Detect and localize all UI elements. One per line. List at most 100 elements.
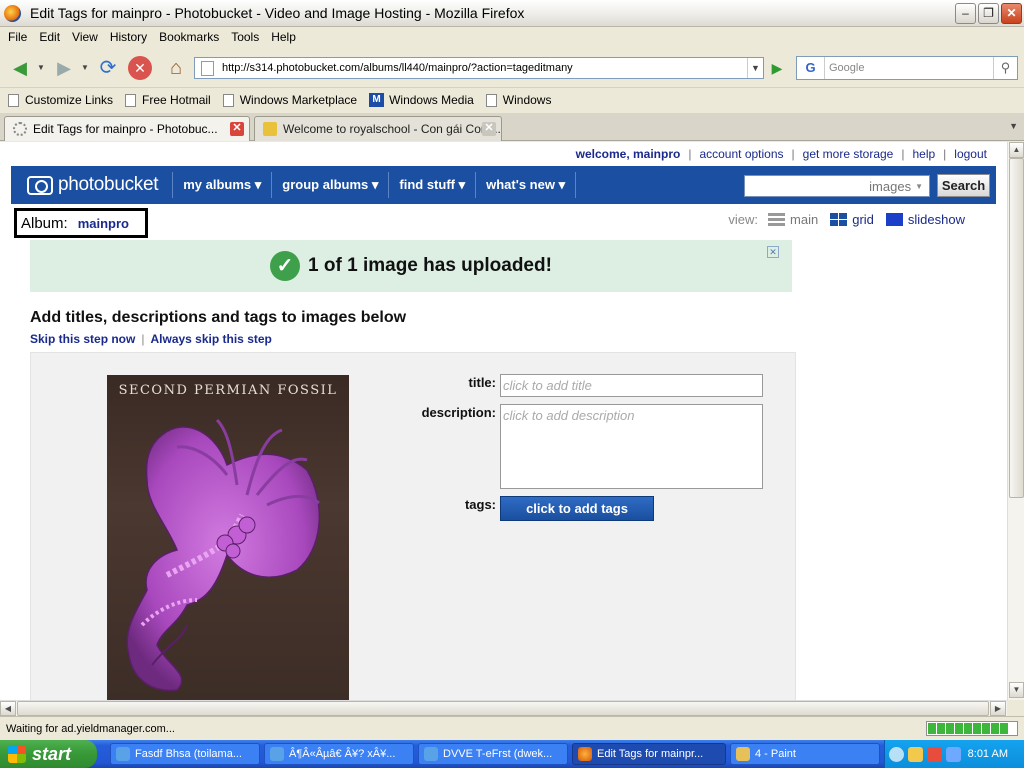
forward-history-dropdown[interactable]: ▼ bbox=[80, 54, 90, 82]
taskbar-item[interactable]: 4 - Paint bbox=[730, 743, 880, 765]
forward-button[interactable]: ▶ bbox=[50, 54, 78, 82]
back-button[interactable]: ◀ bbox=[6, 54, 34, 82]
status-text: Waiting for ad.yieldmanager.com... bbox=[6, 722, 175, 735]
home-icon[interactable]: ⌂ bbox=[162, 54, 190, 82]
view-main[interactable]: main bbox=[768, 212, 818, 227]
tab-list-dropdown-icon[interactable]: ▼ bbox=[1009, 121, 1018, 131]
account-links: welcome, mainpro | account options | get… bbox=[575, 147, 987, 161]
title-label: title: bbox=[468, 375, 496, 390]
close-tab-icon[interactable]: ✕ bbox=[230, 122, 244, 136]
title-input[interactable]: click to add title bbox=[500, 374, 763, 397]
menu-bookmarks[interactable]: Bookmarks bbox=[159, 30, 219, 44]
page-icon bbox=[201, 60, 214, 76]
url-bar[interactable]: http://s314.photobucket.com/albums/ll440… bbox=[194, 57, 764, 79]
loading-icon bbox=[13, 122, 27, 136]
view-slideshow[interactable]: slideshow bbox=[885, 212, 965, 227]
description-input[interactable]: click to add description bbox=[500, 404, 763, 489]
tab-edit-tags[interactable]: Edit Tags for mainpro - Photobuc... ✕ bbox=[4, 116, 250, 141]
skip-links: Skip this step now | Always skip this st… bbox=[30, 332, 272, 346]
search-scope-select[interactable]: images bbox=[869, 179, 911, 194]
menu-help[interactable]: Help bbox=[271, 30, 296, 44]
go-button[interactable]: ▶ bbox=[766, 57, 788, 79]
back-history-dropdown[interactable]: ▼ bbox=[36, 54, 46, 82]
add-tags-button[interactable]: click to add tags bbox=[500, 496, 654, 521]
taskbar-item[interactable]: Fasdf Bhsa (toilama... bbox=[110, 743, 260, 765]
tray-arrow-icon[interactable] bbox=[889, 746, 904, 762]
horizontal-scrollbar[interactable]: ◀ ▶ bbox=[0, 700, 1007, 716]
tags-label: tags: bbox=[464, 497, 496, 512]
bookmark-customize-links[interactable]: Customize Links bbox=[8, 93, 113, 107]
vertical-scroll-thumb[interactable] bbox=[1009, 158, 1024, 498]
upload-message: 1 of 1 image has uploaded! bbox=[308, 255, 552, 276]
taskbar-item-active[interactable]: Edit Tags for mainpr... bbox=[572, 743, 726, 765]
page-content: welcome, mainpro | account options | get… bbox=[0, 142, 1007, 700]
menu-file[interactable]: File bbox=[8, 30, 27, 44]
windows-logo-icon bbox=[8, 745, 26, 763]
bookmark-windows[interactable]: Windows bbox=[485, 93, 551, 107]
windows-media-icon: M bbox=[369, 93, 385, 107]
minimize-button[interactable]: – bbox=[955, 3, 976, 24]
logout-link[interactable]: logout bbox=[954, 147, 987, 161]
tray-antivirus-icon[interactable] bbox=[927, 746, 942, 762]
nav-find-stuff[interactable]: find stuff ▾ bbox=[397, 177, 467, 193]
nav-group-albums[interactable]: group albums ▾ bbox=[280, 177, 380, 193]
slideshow-icon bbox=[885, 213, 903, 226]
album-name-link[interactable]: mainpro bbox=[78, 216, 129, 231]
bookmark-free-hotmail[interactable]: Free Hotmail bbox=[125, 93, 211, 107]
photobucket-logo[interactable]: photobucket bbox=[27, 174, 159, 196]
view-grid[interactable]: grid bbox=[830, 212, 874, 227]
scroll-left-icon[interactable]: ◀ bbox=[0, 701, 16, 716]
page-heading: Add titles, descriptions and tags to ima… bbox=[30, 309, 407, 326]
skip-step-now-link[interactable]: Skip this step now bbox=[30, 332, 135, 346]
help-link[interactable]: help bbox=[912, 147, 935, 161]
chevron-down-icon: ▼ bbox=[915, 181, 923, 191]
firefox-icon bbox=[4, 4, 21, 22]
description-label: description: bbox=[421, 405, 496, 420]
menu-edit[interactable]: Edit bbox=[39, 30, 60, 44]
taskbar-item[interactable]: Â¶Â«Âµâ€ Â¥? xÂ¥... bbox=[264, 743, 414, 765]
bookmark-windows-marketplace[interactable]: Windows Marketplace bbox=[222, 93, 357, 107]
taskbar-item[interactable]: DVVE T-eFrst (dwek... bbox=[418, 743, 568, 765]
messenger-icon bbox=[424, 747, 438, 761]
account-options-link[interactable]: account options bbox=[699, 147, 783, 161]
start-button[interactable]: start bbox=[0, 740, 97, 768]
upload-success-banner: ✓ 1 of 1 image has uploaded! ✕ bbox=[30, 240, 792, 292]
camera-icon bbox=[27, 175, 53, 195]
tab-royalschool[interactable]: Welcome to royalschool - Con gái Con ...… bbox=[254, 116, 502, 141]
search-engine-icon[interactable]: G bbox=[797, 57, 825, 79]
photobucket-nav: photobucket my albums ▾ group albums ▾ f… bbox=[11, 166, 996, 204]
close-button[interactable]: ✕ bbox=[1001, 3, 1022, 24]
horizontal-scroll-thumb[interactable] bbox=[17, 701, 989, 716]
menu-view[interactable]: View bbox=[72, 30, 98, 44]
favicon-icon bbox=[263, 122, 277, 136]
paint-icon bbox=[736, 747, 750, 761]
tray-network-icon[interactable] bbox=[946, 746, 961, 762]
url-dropdown-icon[interactable]: ▼ bbox=[747, 58, 763, 78]
menu-tools[interactable]: Tools bbox=[231, 30, 259, 44]
reload-icon[interactable]: ⟳ bbox=[94, 54, 122, 82]
nav-my-albums[interactable]: my albums ▾ bbox=[181, 177, 263, 193]
search-box[interactable]: G Google ⚲ bbox=[796, 56, 1018, 80]
bookmark-windows-media[interactable]: M Windows Media bbox=[369, 93, 474, 107]
bookmarks-toolbar: Customize Links Free Hotmail Windows Mar… bbox=[0, 89, 1024, 111]
uploaded-photo[interactable]: SECOND PERMIAN FOSSIL bbox=[107, 375, 349, 700]
stop-icon[interactable]: ✕ bbox=[128, 56, 152, 80]
menu-history[interactable]: History bbox=[110, 30, 147, 44]
site-search-input[interactable]: images ▼ bbox=[744, 175, 930, 197]
nav-whats-new[interactable]: what's new ▾ bbox=[484, 177, 567, 193]
search-icon[interactable]: ⚲ bbox=[993, 57, 1017, 79]
close-banner-icon[interactable]: ✕ bbox=[767, 246, 779, 258]
window-title: Edit Tags for mainpro - Photobucket - Vi… bbox=[30, 5, 525, 21]
tray-folder-icon[interactable] bbox=[908, 746, 923, 762]
close-tab-icon[interactable]: ✕ bbox=[482, 122, 496, 136]
scroll-down-icon[interactable]: ▼ bbox=[1009, 682, 1024, 698]
scroll-right-icon[interactable]: ▶ bbox=[990, 701, 1006, 716]
url-text: http://s314.photobucket.com/albums/ll440… bbox=[222, 62, 573, 74]
search-button[interactable]: Search bbox=[937, 174, 990, 197]
restore-button[interactable]: ❐ bbox=[978, 3, 999, 24]
loading-progress-bar bbox=[926, 721, 1018, 736]
always-skip-step-link[interactable]: Always skip this step bbox=[150, 332, 271, 346]
get-more-storage-link[interactable]: get more storage bbox=[803, 147, 894, 161]
vertical-scrollbar[interactable]: ▲ ▼ bbox=[1007, 142, 1024, 700]
scroll-up-icon[interactable]: ▲ bbox=[1009, 142, 1024, 158]
